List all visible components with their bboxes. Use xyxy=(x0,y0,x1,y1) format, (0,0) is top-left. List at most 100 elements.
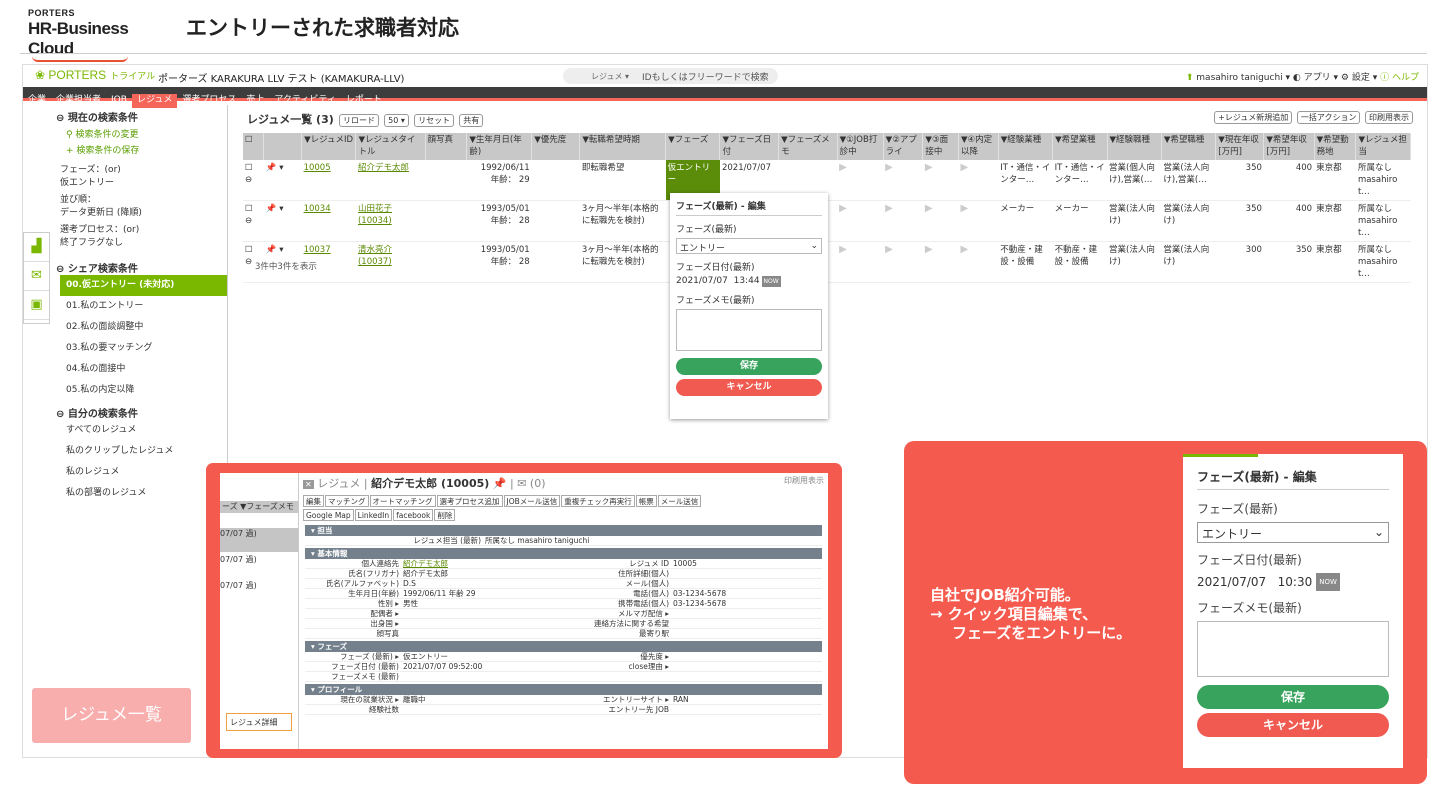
play-icon[interactable]: ▶ xyxy=(958,160,999,201)
col-want-job[interactable]: ▼希望職種 xyxy=(1161,133,1217,160)
share-item-1[interactable]: 01.私のエントリー xyxy=(66,296,227,317)
zoom-date-input[interactable]: 2021/07/07 xyxy=(1197,575,1266,589)
resume-name-link[interactable]: 紹介デモ太郎 xyxy=(358,163,409,173)
zoom-save-button[interactable]: 保存 xyxy=(1197,685,1389,709)
play-icon[interactable]: ▶ xyxy=(883,241,923,283)
phase-date-input[interactable]: 2021/07/07 xyxy=(676,276,728,286)
menu-activity[interactable]: アクティビティ xyxy=(269,94,340,108)
col-phase[interactable]: ▼フェーズ xyxy=(665,133,721,160)
own-item-3[interactable]: 私の部署のレジュメ xyxy=(66,483,227,504)
facebook-button[interactable]: facebook xyxy=(393,509,434,521)
calendar-icon[interactable]: ▣ xyxy=(24,291,49,320)
upload-icon[interactable]: ⬆ xyxy=(1186,73,1194,83)
zoom-time-input[interactable]: 10:30 xyxy=(1278,575,1313,589)
zoom-now-button[interactable]: NOW xyxy=(1316,573,1340,591)
row-checkbox[interactable]: ☐ ⊖ xyxy=(243,160,264,201)
cancel-button[interactable]: キャンセル xyxy=(676,379,822,396)
col-job[interactable]: ▼①JOB打診中 xyxy=(837,133,884,160)
help-link[interactable]: ヘルプ xyxy=(1392,73,1419,83)
reset-button[interactable]: リセット xyxy=(414,114,455,127)
col-title[interactable]: ▼レジュメタイトル xyxy=(355,133,426,160)
col-want-industry[interactable]: ▼希望業種 xyxy=(1052,133,1108,160)
add-process-button[interactable]: 選考プロセス追加 xyxy=(436,495,503,507)
job-mail-button[interactable]: JOBメール送信 xyxy=(503,495,561,507)
reload-button[interactable]: リロード xyxy=(338,114,379,127)
play-icon[interactable]: ▶ xyxy=(837,160,884,201)
phase-select[interactable]: エントリー ⌄ xyxy=(676,238,822,254)
play-icon[interactable]: ▶ xyxy=(958,241,999,283)
col-offer[interactable]: ▼④内定以降 xyxy=(958,133,999,160)
col-cur-salary[interactable]: ▼現在年収[万円] xyxy=(1215,133,1265,160)
col-phase-memo[interactable]: ▼フェーズメモ xyxy=(778,133,838,160)
select-all-checkbox[interactable]: ☐ xyxy=(243,133,265,160)
col-id[interactable]: ▼レジュメID xyxy=(301,133,357,160)
own-item-0[interactable]: すべてのレジュメ xyxy=(66,420,227,441)
now-button[interactable]: NOW xyxy=(761,276,781,287)
phase-time-input[interactable]: 13:44 xyxy=(734,276,760,286)
own-item-1[interactable]: 私のクリップしたレジュメ xyxy=(66,441,227,462)
play-icon[interactable]: ▶ xyxy=(837,200,884,242)
col-timing[interactable]: ▼転職希望時期 xyxy=(579,133,667,160)
play-icon[interactable]: ▶ xyxy=(883,160,923,201)
play-icon[interactable]: ▶ xyxy=(837,241,884,283)
section-phase[interactable]: ▾ フェーズ xyxy=(305,641,822,652)
menu-report[interactable]: レポート xyxy=(341,94,387,108)
duplicate-check-button[interactable]: 重複チェック再実行 xyxy=(561,495,635,507)
col-apply[interactable]: ▼②アプライ xyxy=(883,133,924,160)
print-button[interactable]: 印刷用表示 xyxy=(1365,111,1413,124)
col-owner[interactable]: ▼レジュメ担当 xyxy=(1355,133,1411,160)
share-item-5[interactable]: 05.私の内定以降 xyxy=(66,380,227,401)
brand[interactable]: ❀ PORTERS トライアル xyxy=(35,68,155,82)
resume-id-link[interactable]: 10034 xyxy=(304,204,331,214)
menu-sales[interactable]: 売上 xyxy=(241,94,269,108)
col-exp-industry[interactable]: ▼経験業種 xyxy=(998,133,1054,160)
col-want-salary[interactable]: ▼希望年収[万円] xyxy=(1263,133,1315,160)
form-button[interactable]: 帳票 xyxy=(635,495,657,507)
section-basic[interactable]: ▾ 基本情報 xyxy=(305,548,822,559)
own-item-2[interactable]: 私のレジュメ xyxy=(66,462,227,483)
col-dob[interactable]: ▼生年月日(年齢) xyxy=(466,133,533,160)
share-item-4[interactable]: 04.私の面接中 xyxy=(66,359,227,380)
col-photo[interactable]: 顔写真 xyxy=(425,133,468,160)
per-page-select[interactable]: 50 ▾ xyxy=(384,114,409,127)
mail-icon[interactable]: ✉ xyxy=(24,262,49,291)
zoom-memo-textarea[interactable] xyxy=(1197,621,1389,677)
search-type-select[interactable]: レジュメ ▾ xyxy=(563,68,638,84)
col-location[interactable]: ▼希望勤務地 xyxy=(1314,133,1357,160)
col-phase-date[interactable]: ▼フェーズ日付 xyxy=(719,133,780,160)
share-item-3[interactable]: 03.私の要マッチング xyxy=(66,338,227,359)
zoom-phase-select[interactable]: エントリー ⌄ xyxy=(1197,522,1389,543)
resume-name-link[interactable]: 清水亮介(10037) xyxy=(358,245,392,267)
resume-id-link[interactable]: 10005 xyxy=(304,163,331,173)
pin-icon[interactable]: 📌 ▾ xyxy=(263,200,302,242)
chart-icon[interactable]: ▟ xyxy=(24,233,49,262)
save-button[interactable]: 保存 xyxy=(676,358,822,375)
resume-name-link[interactable]: 山田花子(10034) xyxy=(358,204,392,226)
phase-memo-textarea[interactable] xyxy=(676,309,822,351)
col-exp-job[interactable]: ▼経験職種 xyxy=(1107,133,1162,160)
play-icon[interactable]: ▶ xyxy=(922,160,959,201)
close-icon[interactable]: ✕ xyxy=(303,480,314,489)
share-item-0[interactable]: 00.仮エントリー (未対応) xyxy=(60,275,227,296)
user-menu[interactable]: masahiro taniguchi ▾ xyxy=(1196,73,1290,83)
resume-id-link[interactable]: 10037 xyxy=(304,245,331,255)
row-checkbox[interactable]: ☐ ⊖ xyxy=(243,200,264,242)
detail-print-link[interactable]: 印刷用表示 xyxy=(784,475,824,486)
play-icon[interactable]: ▶ xyxy=(922,241,959,283)
new-resume-button[interactable]: +レジュメ新規追加 xyxy=(1214,111,1293,124)
bulk-action-button[interactable]: 一括アクション xyxy=(1296,111,1361,124)
play-icon[interactable]: ▶ xyxy=(922,200,959,242)
save-conditions-link[interactable]: + 検索条件の保存 xyxy=(66,143,227,156)
apps-menu[interactable]: アプリ ▾ xyxy=(1304,73,1338,83)
col-priority[interactable]: ▼優先度 xyxy=(531,133,581,160)
settings-menu[interactable]: 設定 ▾ xyxy=(1352,73,1377,83)
share-item-2[interactable]: 02.私の面談調整中 xyxy=(66,317,227,338)
section-owner[interactable]: ▾ 担当 xyxy=(305,525,822,536)
delete-button[interactable]: 削除 xyxy=(434,509,456,521)
matching-button[interactable]: マッチング xyxy=(325,495,369,507)
search-input[interactable]: IDもしくはフリーワードで検索 xyxy=(638,68,778,84)
auto-matching-button[interactable]: オートマッチング xyxy=(369,495,436,507)
menu-company[interactable]: 企業 xyxy=(23,94,51,108)
share-button[interactable]: 共有 xyxy=(459,114,484,127)
edit-button[interactable]: 編集 xyxy=(303,495,324,507)
